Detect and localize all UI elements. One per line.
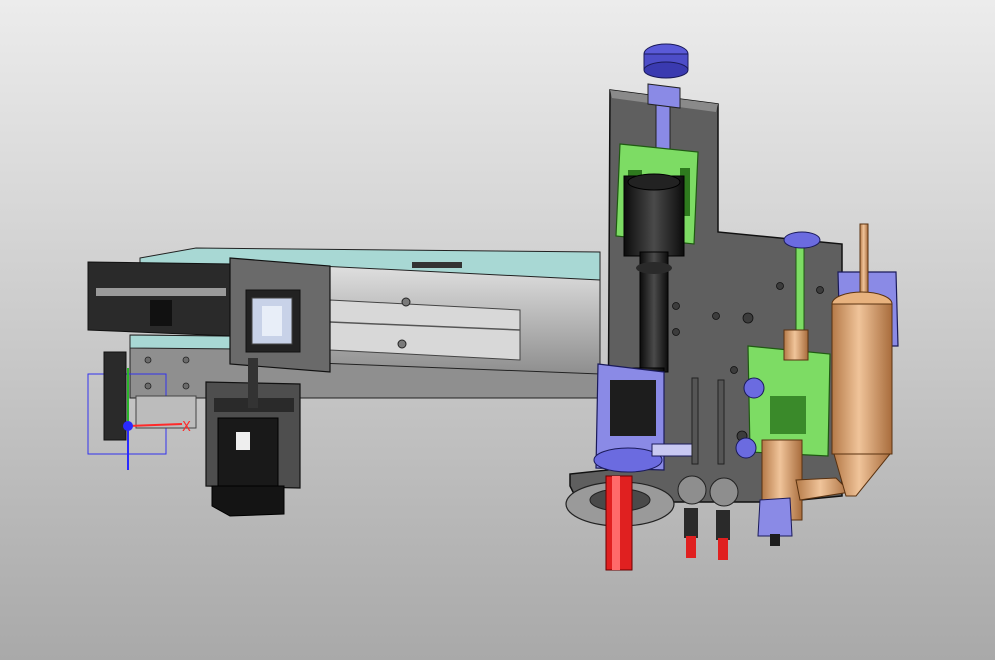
horizontal-linear-axis[interactable] — [87, 247, 601, 399]
clamp-block-slot — [770, 396, 806, 434]
end-cap-slot — [96, 288, 226, 296]
triad-origin[interactable] — [123, 421, 133, 431]
rail-screw-2 — [397, 339, 407, 349]
holder-cavity — [610, 380, 656, 436]
sensor-probe-right[interactable] — [717, 379, 725, 465]
green-guide-rod[interactable] — [795, 237, 805, 339]
probe-tip-right — [718, 538, 728, 560]
carriage-bottom-block[interactable] — [211, 485, 285, 517]
valve-top-fitting[interactable] — [783, 329, 809, 361]
knob-nut[interactable] — [647, 83, 681, 109]
cad-3d-viewport[interactable]: X — [0, 0, 995, 660]
guide-rod-cap[interactable] — [783, 231, 821, 249]
rail-guide-window — [329, 299, 521, 361]
valve-nozzle — [770, 534, 780, 546]
clamp-knob-lower[interactable] — [735, 437, 757, 459]
red-rod-highlight — [612, 476, 620, 570]
probe-body-right — [716, 510, 730, 540]
adjustment-screw[interactable] — [655, 99, 671, 153]
syringe-barrel[interactable] — [831, 303, 893, 455]
valve-blue-base[interactable] — [757, 497, 793, 537]
sensor-probe-left[interactable] — [691, 377, 699, 465]
triad-part-bracket[interactable] — [103, 351, 127, 441]
rail-top-strip — [412, 262, 462, 268]
carriage-rod[interactable] — [248, 358, 258, 408]
rail-screw-1 — [401, 297, 411, 307]
motor-top-cap — [627, 173, 681, 191]
probe-body-left — [684, 508, 698, 538]
knurled-knob-bottom — [643, 61, 689, 79]
coupling-highlight — [262, 306, 282, 336]
holder-side-pin[interactable] — [651, 443, 697, 457]
shaft-collar — [636, 262, 672, 274]
clamp-white-insert — [236, 432, 250, 450]
probe-clamp-right[interactable] — [709, 477, 739, 507]
probe-clamp-left[interactable] — [677, 475, 707, 505]
probe-tip-left — [686, 536, 696, 558]
end-cap-bracket — [150, 300, 172, 326]
triad-x-label: X — [182, 420, 191, 435]
clamp-knob-upper[interactable] — [743, 377, 765, 399]
carriage-clamp[interactable] — [217, 417, 279, 489]
cad-model-canvas[interactable]: X — [0, 0, 995, 660]
